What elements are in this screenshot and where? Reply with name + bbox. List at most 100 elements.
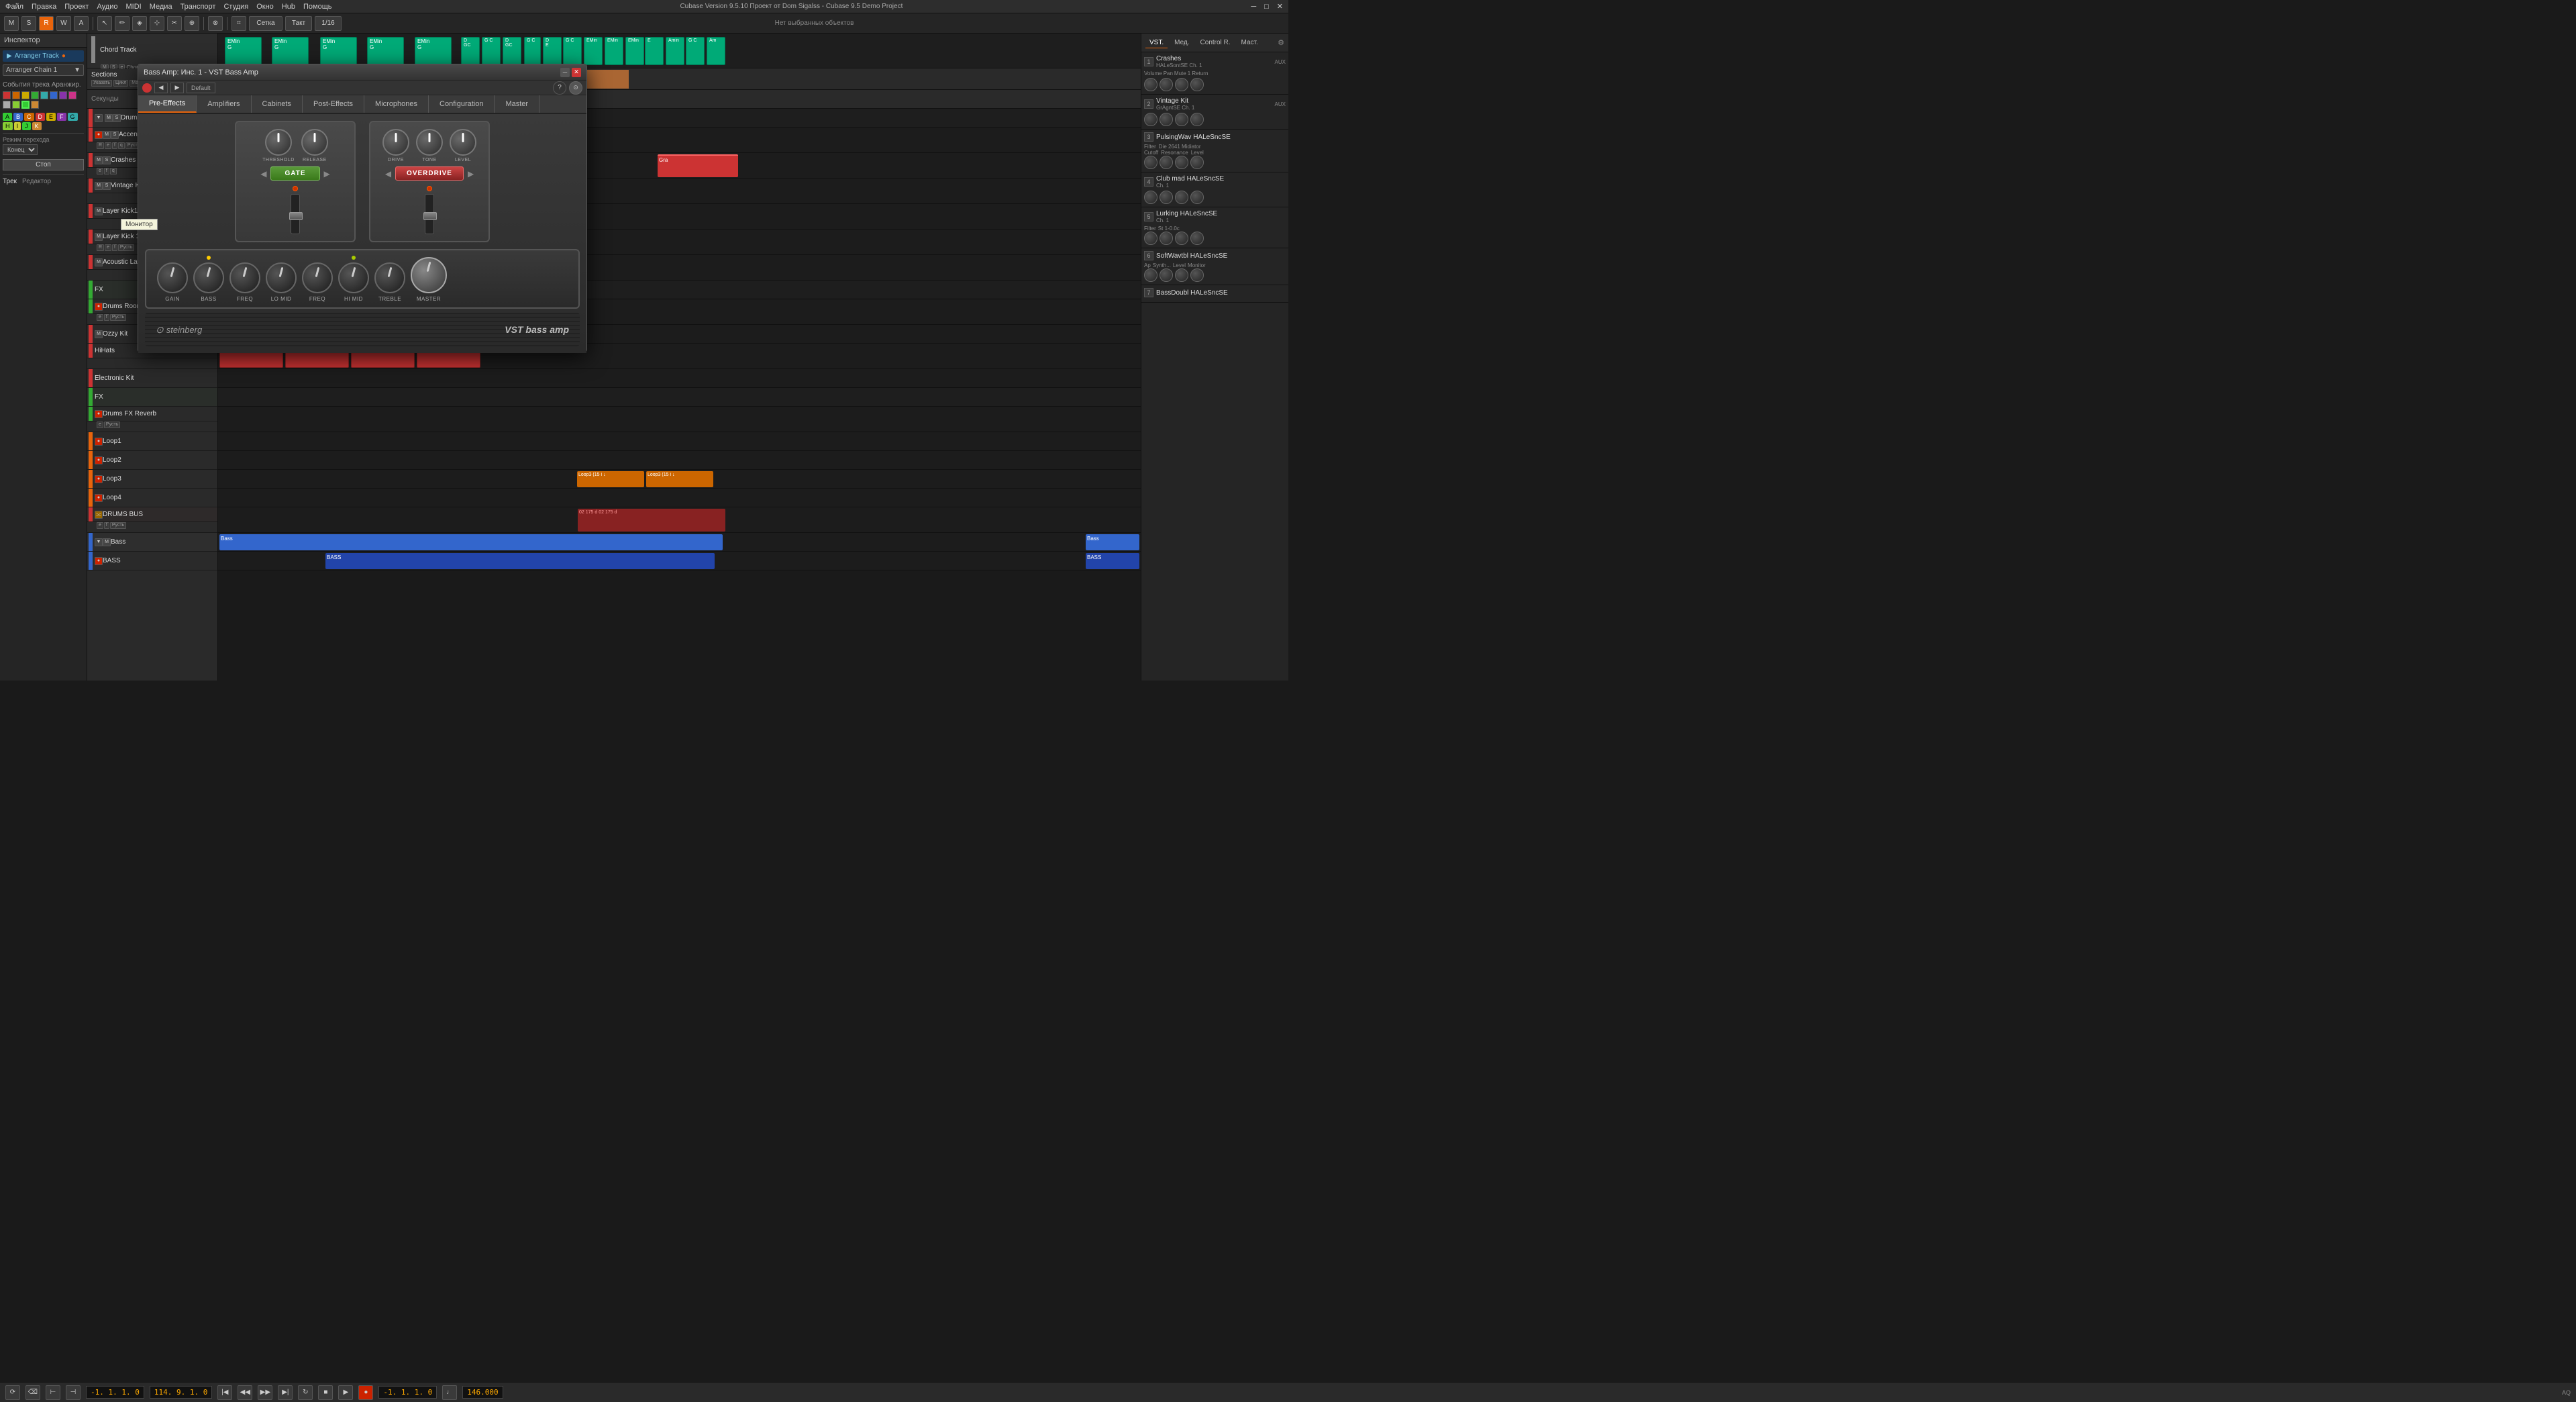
crashes-btn2[interactable]: f xyxy=(104,168,109,174)
chord-clip-emin2[interactable]: EMin xyxy=(584,37,603,65)
accents-record[interactable]: ● xyxy=(95,131,103,139)
vst-ch1-pan-knob[interactable] xyxy=(1160,78,1173,91)
accents-btn4[interactable]: q xyxy=(118,142,125,149)
eq-treble-knob[interactable] xyxy=(374,262,405,293)
chord-clip-gc1[interactable]: G C xyxy=(482,37,501,65)
toolbar-w[interactable]: W xyxy=(56,16,71,31)
clip-bass-right[interactable]: Bass xyxy=(1086,534,1139,550)
vst-ch4-k2[interactable] xyxy=(1160,191,1173,204)
eq-lomid-knob[interactable] xyxy=(266,262,297,293)
eq-bass-knob[interactable] xyxy=(193,262,224,293)
tool-select[interactable]: ⊹ xyxy=(150,16,164,31)
plugin-tab-config[interactable]: Configuration xyxy=(429,95,495,113)
arranger-track[interactable]: ▶ Arranger Track ● xyxy=(3,50,84,62)
chord-clip-1[interactable]: EMinG xyxy=(225,37,262,65)
color-pink[interactable] xyxy=(68,91,76,99)
plugin-tab-microphones[interactable]: Microphones xyxy=(364,95,429,113)
chord-clip-gc3[interactable]: G C xyxy=(563,37,582,65)
vst-ch1-mute-knob[interactable] xyxy=(1175,78,1188,91)
dr-btn3[interactable]: Русть xyxy=(110,314,126,321)
transport-punch-out[interactable]: ⊣ xyxy=(66,1385,81,1400)
clip-drumsbus-waveform[interactable]: 02 175 d 02 175 d xyxy=(578,509,725,532)
tool-draw[interactable]: ✏ xyxy=(115,16,130,31)
chord-clip-d[interactable]: DGC xyxy=(461,37,480,65)
plugin-capture[interactable]: ⊙ xyxy=(569,81,582,95)
overdrive-arrow-right[interactable]: ▶ xyxy=(468,169,474,179)
overdrive-drive-knob[interactable] xyxy=(382,129,409,156)
tool-erase[interactable]: ◈ xyxy=(132,16,147,31)
gate-arrow-right[interactable]: ▶ xyxy=(324,169,330,179)
grid-select[interactable]: Сетка xyxy=(249,16,282,31)
db-btn1[interactable]: e xyxy=(97,522,103,529)
event-i[interactable]: I xyxy=(14,122,21,130)
vst-ch4-k4[interactable] xyxy=(1190,191,1204,204)
track-drumsreverb[interactable]: ● Drums FX Reverb xyxy=(87,407,217,421)
event-c[interactable]: C xyxy=(24,113,34,121)
event-b[interactable]: B xyxy=(13,113,23,121)
drums-solo[interactable]: S xyxy=(113,114,121,122)
overdrive-button[interactable]: OVERDRIVE xyxy=(395,166,464,181)
vst-ch6-k4[interactable] xyxy=(1190,268,1204,282)
sections-btn2[interactable]: Цикл xyxy=(113,80,128,87)
transport-rewind[interactable]: ◀◀ xyxy=(238,1385,252,1400)
transport-loop[interactable]: ⟳ xyxy=(5,1385,20,1400)
bass-fold-icon[interactable]: ▼ xyxy=(95,538,103,546)
transport-metronome[interactable]: ♩ xyxy=(442,1385,457,1400)
vst-ch1-vol-knob[interactable] xyxy=(1144,78,1157,91)
vst-ch2-ret-knob[interactable] xyxy=(1190,113,1204,126)
chord-clip-3[interactable]: EMinG xyxy=(320,37,357,65)
window-minimize[interactable]: ─ xyxy=(1251,3,1256,11)
eq-master-knob[interactable] xyxy=(411,257,447,293)
overdrive-arrow-left[interactable]: ◀ xyxy=(385,169,391,179)
plugin-preset[interactable]: Default xyxy=(187,83,215,93)
chord-clip-4[interactable]: EMinG xyxy=(367,37,404,65)
eq-freq1-knob[interactable] xyxy=(229,262,260,293)
color-green[interactable] xyxy=(31,91,39,99)
color-brown[interactable] xyxy=(31,101,39,109)
crashes-mute[interactable]: M xyxy=(95,156,103,164)
plugin-close[interactable]: ✕ xyxy=(572,68,581,77)
color-lime[interactable] xyxy=(12,101,20,109)
plugin-tab-cabinets[interactable]: Cabinets xyxy=(252,95,303,113)
bass-record[interactable]: ● xyxy=(95,557,103,565)
window-maximize[interactable]: □ xyxy=(1264,3,1269,11)
track-loop3[interactable]: ● Loop3 xyxy=(87,470,217,489)
tool-zoom[interactable]: ⊕ xyxy=(185,16,199,31)
menu-item-media[interactable]: Медиа xyxy=(150,3,172,11)
color-purple[interactable] xyxy=(59,91,67,99)
vst-ch6-k2[interactable] xyxy=(1160,268,1173,282)
transport-ff[interactable]: ▶▶ xyxy=(258,1385,272,1400)
gate-button[interactable]: GATE xyxy=(270,166,319,181)
clip-bass-1[interactable]: BASS xyxy=(325,553,715,569)
accents-mute[interactable]: M xyxy=(103,131,111,139)
clip-bass-2[interactable]: BASS xyxy=(1086,553,1139,569)
stop-button[interactable]: Стоп xyxy=(3,159,84,170)
snap-on[interactable]: ⌗ xyxy=(231,16,246,31)
chord-clip-am[interactable]: Am xyxy=(707,37,725,65)
gate-release-knob[interactable] xyxy=(301,129,328,156)
plugin-prev[interactable]: ◀ xyxy=(154,83,168,93)
event-j[interactable]: J xyxy=(22,122,31,130)
color-red[interactable] xyxy=(3,91,11,99)
menu-item-midi[interactable]: MIDI xyxy=(125,3,141,11)
loop2-record[interactable]: ● xyxy=(95,456,103,464)
accents-btn1[interactable]: R xyxy=(97,142,104,149)
transport-goto-start[interactable]: |◀ xyxy=(217,1385,232,1400)
transport-play[interactable]: ▶ xyxy=(338,1385,353,1400)
lk12-btn3[interactable]: f xyxy=(112,244,117,251)
db-btn3[interactable]: Русть xyxy=(110,522,126,529)
loop4-record[interactable]: ● xyxy=(95,494,103,502)
arranger-chain[interactable]: Arranger Chain 1 ▼ xyxy=(3,64,84,76)
vst-ch1-ret-knob[interactable] xyxy=(1190,78,1204,91)
sections-btn1[interactable]: Указать xyxy=(91,80,112,87)
chord-clip-5[interactable]: EMinG xyxy=(415,37,452,65)
inspector-tab-editor[interactable]: Редактор xyxy=(22,178,51,185)
db-btn2[interactable]: f xyxy=(104,522,109,529)
clip-loop3-1[interactable]: Loop3 (15 i ↓ xyxy=(577,471,644,487)
drumsbus-icon[interactable]: ⫗ xyxy=(95,511,103,519)
lk12-btn4[interactable]: Русть xyxy=(118,244,134,251)
gate-fader-track1[interactable] xyxy=(291,194,300,234)
drums-mute[interactable]: M xyxy=(105,114,113,122)
overdrive-fader-thumb1[interactable] xyxy=(423,212,437,220)
vst-ch6-k3[interactable] xyxy=(1175,268,1188,282)
